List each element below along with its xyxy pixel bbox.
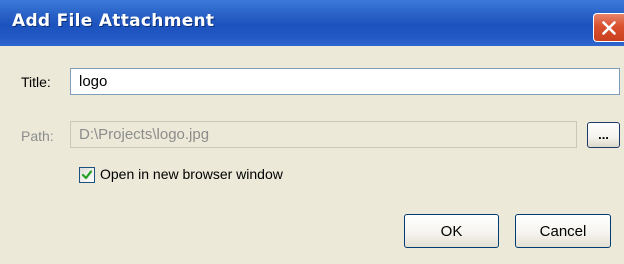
title-input[interactable] — [70, 68, 620, 95]
ok-button[interactable]: OK — [404, 214, 499, 248]
checkmark-icon — [81, 170, 93, 180]
title-label: Title: — [21, 74, 51, 90]
path-label: Path: — [21, 128, 54, 144]
open-new-window-label[interactable]: Open in new browser window — [100, 166, 283, 182]
path-input[interactable] — [70, 121, 577, 148]
dialog-title: Add File Attachment — [12, 11, 215, 31]
cancel-button[interactable]: Cancel — [515, 214, 611, 248]
close-icon — [602, 21, 616, 35]
open-new-window-checkbox[interactable] — [79, 167, 95, 183]
browse-button[interactable]: ... — [587, 122, 620, 148]
title-bar[interactable]: Add File Attachment — [0, 0, 624, 46]
close-button[interactable] — [593, 13, 624, 42]
add-file-attachment-dialog: Add File Attachment Title: Path: ... Ope… — [0, 0, 624, 264]
